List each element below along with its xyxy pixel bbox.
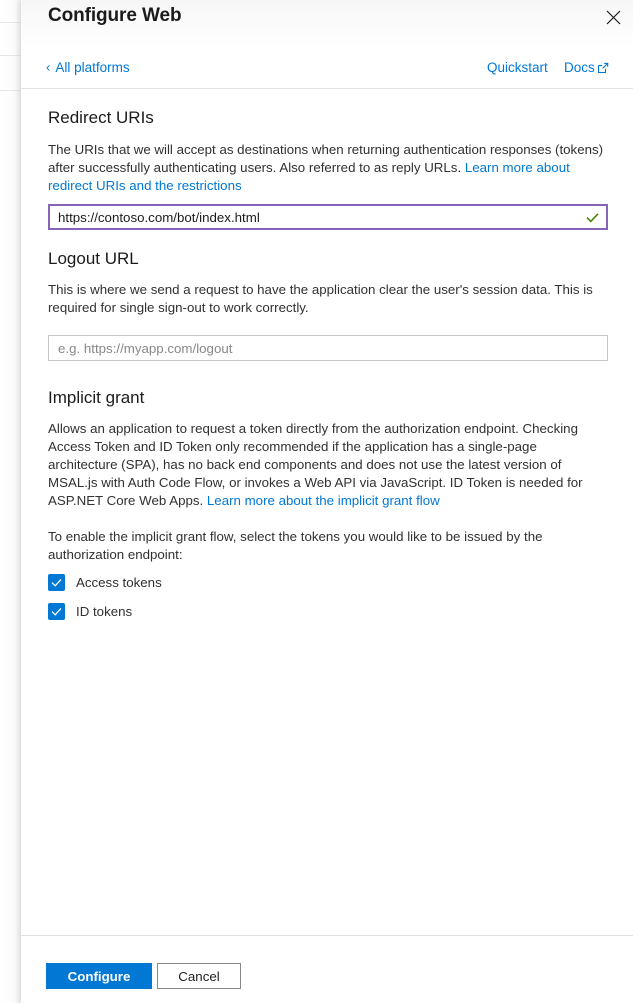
back-link-label: All platforms xyxy=(55,60,130,75)
panel-footer: Configure Cancel xyxy=(21,935,633,1003)
checkbox-checked-icon[interactable] xyxy=(48,603,65,620)
id-tokens-checkbox-row[interactable]: ID tokens xyxy=(48,603,132,620)
implicit-grant-heading: Implicit grant xyxy=(48,388,145,407)
implicit-grant-description: Allows an application to request a token… xyxy=(48,420,606,510)
checkbox-checked-icon[interactable] xyxy=(48,574,65,591)
logout-url-description: This is where we send a request to have … xyxy=(48,282,593,315)
background-row-divider xyxy=(0,22,21,23)
panel-body: Redirect URIs The URIs that we will acce… xyxy=(21,89,633,935)
chevron-left-icon: ‹ xyxy=(46,59,51,75)
command-bar: ‹ All platforms Quickstart Docs xyxy=(21,47,633,89)
access-tokens-checkbox-row[interactable]: Access tokens xyxy=(48,574,162,591)
docs-link[interactable]: Docs xyxy=(564,60,609,75)
external-link-icon xyxy=(597,62,609,77)
page-title: Configure Web xyxy=(48,5,182,26)
redirect-uris-description: The URIs that we will accept as destinat… xyxy=(48,141,606,195)
redirect-uri-input[interactable] xyxy=(49,205,607,229)
implicit-grant-learn-more-link[interactable]: Learn more about the implicit grant flow xyxy=(207,493,440,508)
logout-url-input[interactable] xyxy=(49,336,607,360)
implicit-grant-instruction: To enable the implicit grant flow, selec… xyxy=(48,529,543,562)
logout-url-heading: Logout URL xyxy=(48,249,139,268)
quickstart-link[interactable]: Quickstart xyxy=(487,60,548,75)
redirect-uri-field[interactable] xyxy=(48,204,608,230)
background-list-column xyxy=(0,0,21,1003)
background-row-divider xyxy=(0,90,21,91)
access-tokens-label: Access tokens xyxy=(76,575,162,590)
logout-url-field[interactable] xyxy=(48,335,608,361)
cancel-button[interactable]: Cancel xyxy=(157,963,241,989)
id-tokens-label: ID tokens xyxy=(76,604,133,619)
redirect-uris-heading: Redirect URIs xyxy=(48,108,154,127)
docs-link-label: Docs xyxy=(564,60,595,75)
close-icon[interactable] xyxy=(597,2,629,32)
background-row-divider xyxy=(0,55,21,56)
panel-header: Configure Web xyxy=(21,0,633,47)
back-to-all-platforms-link[interactable]: ‹ All platforms xyxy=(46,60,130,75)
configure-web-panel: Configure Web ‹ All platforms Quickstart… xyxy=(21,0,633,1003)
configure-button[interactable]: Configure xyxy=(46,963,152,989)
